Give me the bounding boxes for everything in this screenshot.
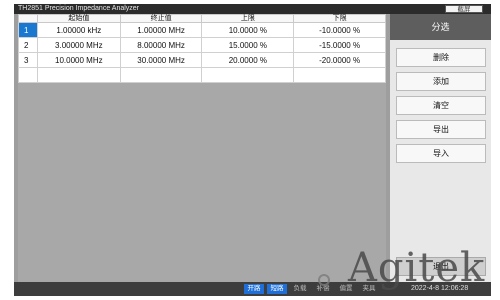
- empty-cell[interactable]: [293, 67, 386, 83]
- row-index-cell[interactable]: 3: [18, 52, 38, 68]
- header-start: 起始值: [36, 14, 121, 23]
- stop-value-cell[interactable]: 30.0000 MHz: [119, 52, 203, 68]
- watermark-logo-icon: [318, 274, 330, 286]
- add-button[interactable]: 添加: [396, 72, 486, 91]
- lower-limit-cell[interactable]: -10.0000 %: [293, 22, 386, 38]
- upper-limit-cell[interactable]: 15.0000 %: [201, 37, 295, 53]
- clear-button[interactable]: 清空: [396, 96, 486, 115]
- status-open[interactable]: 开路: [244, 284, 264, 294]
- sorting-table: 起始值 终止值 上限 下限 1 1.00000 kHz 1.00000 MHz …: [18, 14, 386, 83]
- status-load[interactable]: 负载: [290, 284, 310, 294]
- start-value-cell[interactable]: 3.00000 MHz: [36, 37, 121, 53]
- title-bar: TH2851 Precision Impedance Analyzer 截屏: [14, 4, 491, 14]
- start-value-cell[interactable]: 1.00000 kHz: [36, 22, 121, 38]
- table-header-row: 起始值 终止值 上限 下限: [18, 14, 386, 23]
- table-row[interactable]: 3 10.0000 MHz 30.0000 MHz 20.0000 % -20.…: [18, 52, 386, 68]
- agitek-watermark: Agitek: [318, 244, 500, 296]
- empty-cell[interactable]: [201, 67, 295, 83]
- screenshot-button[interactable]: 截屏: [445, 5, 483, 13]
- start-value-cell[interactable]: 10.0000 MHz: [36, 52, 121, 68]
- empty-cell[interactable]: [36, 67, 121, 83]
- empty-cell[interactable]: [119, 67, 203, 83]
- status-short[interactable]: 短路: [267, 284, 287, 294]
- table-row[interactable]: 1 1.00000 kHz 1.00000 MHz 10.0000 % -10.…: [18, 22, 386, 38]
- header-lower: 下限: [293, 14, 386, 23]
- delete-button[interactable]: 删除: [396, 48, 486, 67]
- row-index-cell[interactable]: 1: [18, 22, 38, 38]
- softkey-sidebar: 分选 删除 添加 清空 导出 导入 退出: [390, 14, 491, 282]
- table-area: 起始值 终止值 上限 下限 1 1.00000 kHz 1.00000 MHz …: [18, 14, 386, 282]
- export-button[interactable]: 导出: [396, 120, 486, 139]
- row-index-cell[interactable]: 2: [18, 37, 38, 53]
- empty-cell[interactable]: [18, 67, 38, 83]
- lower-limit-cell[interactable]: -15.0000 %: [293, 37, 386, 53]
- watermark-brand: Agitek: [348, 245, 486, 291]
- table-row[interactable]: 2 3.00000 MHz 8.00000 MHz 15.0000 % -15.…: [18, 37, 386, 53]
- stop-value-cell[interactable]: 8.00000 MHz: [119, 37, 203, 53]
- header-index: [18, 14, 38, 23]
- table-row-empty[interactable]: [18, 67, 386, 83]
- sidebar-title: 分选: [390, 14, 491, 40]
- import-button[interactable]: 导入: [396, 144, 486, 163]
- window-title: TH2851 Precision Impedance Analyzer: [18, 5, 140, 12]
- lower-limit-cell[interactable]: -20.0000 %: [293, 52, 386, 68]
- upper-limit-cell[interactable]: 10.0000 %: [201, 22, 295, 38]
- stop-value-cell[interactable]: 1.00000 MHz: [119, 22, 203, 38]
- header-upper: 上限: [201, 14, 295, 23]
- header-stop: 终止值: [119, 14, 203, 23]
- upper-limit-cell[interactable]: 20.0000 %: [201, 52, 295, 68]
